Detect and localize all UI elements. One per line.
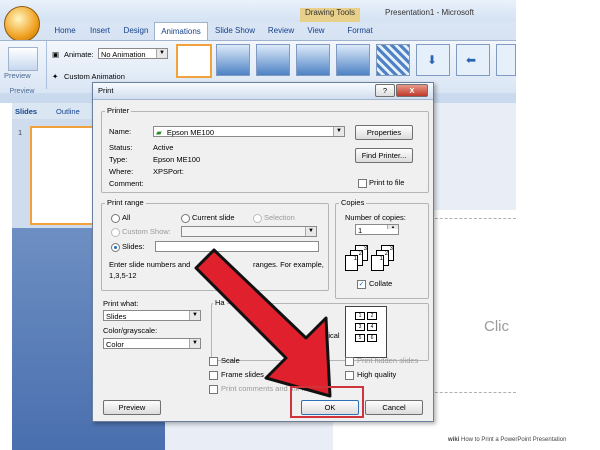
caption-brand: wiki bbox=[448, 437, 460, 443]
caption-text: How to Print a PowerPoint Presentation bbox=[461, 437, 567, 443]
ok-highlight-box bbox=[290, 386, 364, 418]
watermark-caption: wiki How to Print a PowerPoint Presentat… bbox=[448, 437, 566, 443]
red-arrow-overlay bbox=[194, 248, 332, 398]
red-arrow-icon bbox=[194, 248, 332, 398]
